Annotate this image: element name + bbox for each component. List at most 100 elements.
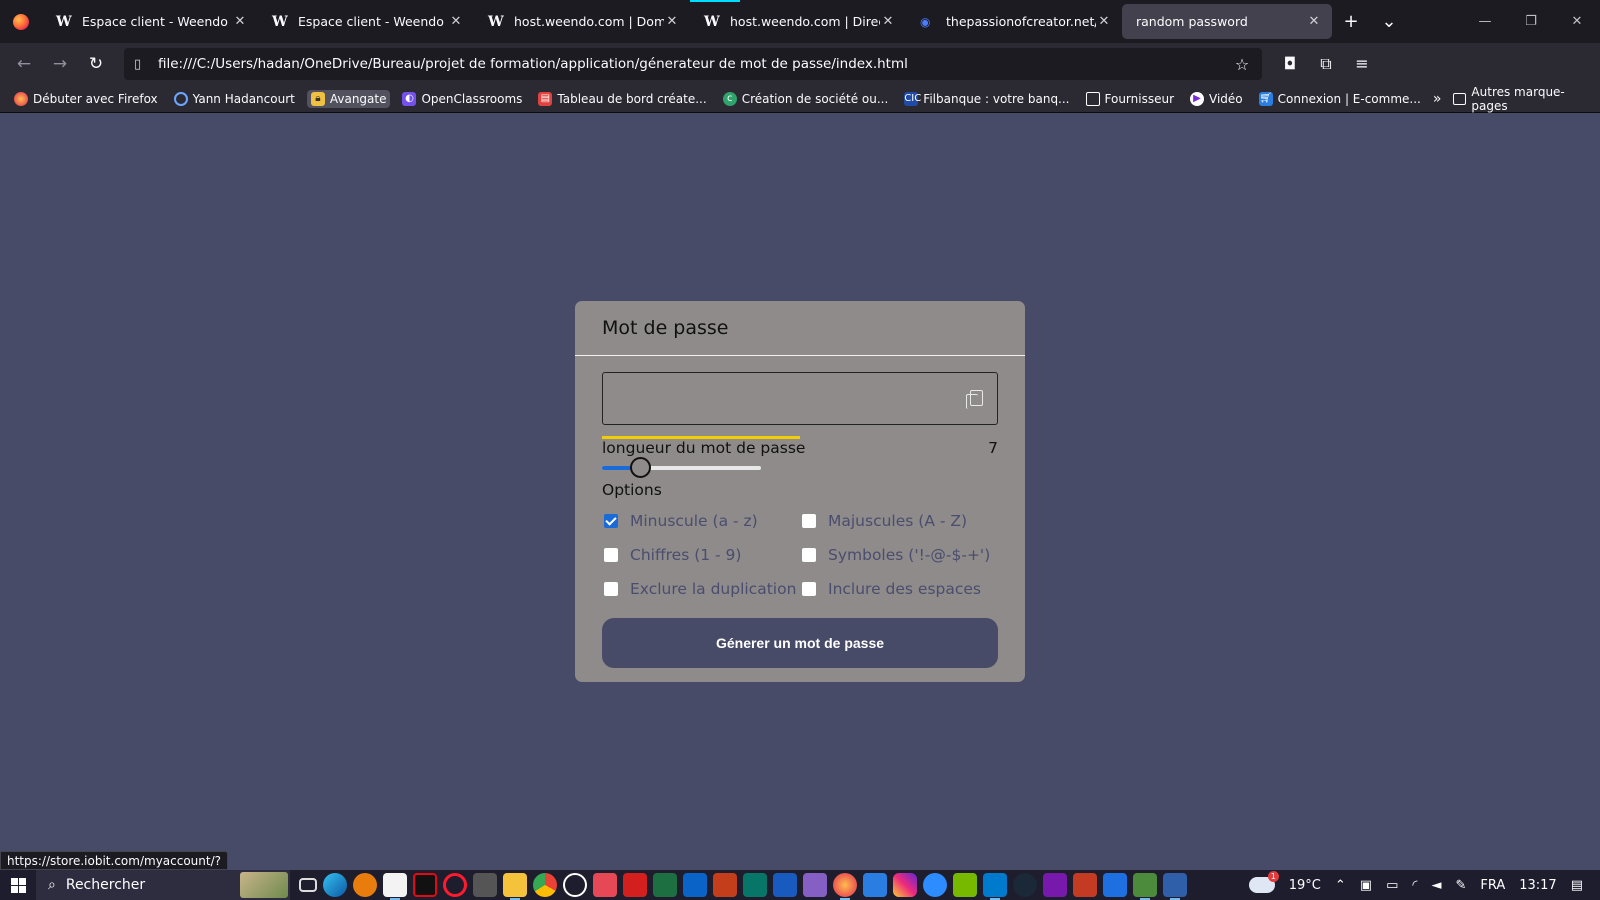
onenote-icon[interactable] [1043, 873, 1067, 897]
exclude-duplicates-checkbox[interactable] [604, 582, 618, 596]
bookmark-avangate[interactable]: 🔒︎ Avangate [306, 89, 391, 108]
steam-icon[interactable] [1013, 873, 1037, 897]
powerpoint-icon[interactable] [713, 873, 737, 897]
hamburger-menu-icon[interactable]: ≡ [1344, 54, 1380, 74]
option-include-spaces[interactable]: Inclure des espaces [802, 580, 981, 598]
acrobat-icon[interactable] [623, 873, 647, 897]
language-indicator[interactable]: FRA [1480, 878, 1505, 893]
tab-espace-client-1[interactable]: W Espace client - Weendo ✕ [42, 0, 258, 43]
url-bar[interactable]: ▯ file:///C:/Users/hadan/OneDrive/Bureau… [124, 48, 1262, 80]
include-spaces-checkbox[interactable] [802, 582, 816, 596]
tab-host-domain[interactable]: W host.weendo.com | Domain M ✕ [474, 0, 690, 43]
calendar-icon[interactable] [863, 873, 887, 897]
copy-icon[interactable] [966, 390, 983, 409]
close-tab-icon[interactable]: ✕ [448, 14, 464, 29]
bookmark-debuter-firefox[interactable]: Débuter avec Firefox [10, 90, 162, 108]
option-lowercase[interactable]: Minuscule (a - z) [604, 512, 758, 530]
forward-arrow-icon[interactable]: → [42, 54, 78, 74]
windows-start-icon[interactable] [0, 877, 36, 893]
restore-icon[interactable]: ❐ [1508, 14, 1554, 29]
url-text[interactable]: file:///C:/Users/hadan/OneDrive/Bureau/p… [158, 56, 1232, 72]
notifications-icon[interactable]: ▤ [1571, 878, 1583, 893]
media-player-icon[interactable] [563, 873, 587, 897]
taskbar-search[interactable]: ⌕ Rechercher [36, 870, 290, 900]
tab-passion-of-creator[interactable]: ◉ thepassionofcreator.net/portf ✕ [906, 0, 1122, 43]
outlook-icon[interactable] [683, 873, 707, 897]
store-icon[interactable] [383, 873, 407, 900]
weather-temperature[interactable]: 19°C [1289, 878, 1321, 893]
minimize-icon[interactable]: — [1462, 14, 1508, 29]
bookmark-openclassrooms[interactable]: ◐ OpenClassrooms [398, 90, 526, 108]
double-chevron-icon[interactable]: » [1433, 91, 1442, 107]
calculator-icon[interactable] [473, 873, 497, 897]
blender-icon[interactable] [353, 873, 377, 897]
uppercase-checkbox[interactable] [802, 514, 816, 528]
visual-studio-icon[interactable] [803, 873, 827, 897]
close-tab-icon[interactable]: ✕ [880, 14, 896, 29]
option-digits[interactable]: Chiffres (1 - 9) [604, 546, 741, 564]
app-active-icon[interactable] [1163, 873, 1187, 900]
close-tab-icon[interactable]: ✕ [1306, 14, 1322, 29]
bookmark-connexion-ecommerce[interactable]: 🛒︎ Connexion | E-comme... [1255, 90, 1425, 108]
netflix-icon[interactable] [413, 873, 437, 897]
close-tab-icon[interactable]: ✕ [664, 14, 680, 29]
photos-icon[interactable] [593, 873, 617, 897]
option-uppercase[interactable]: Majuscules (A - Z) [802, 512, 967, 530]
app-game-icon[interactable] [1133, 873, 1157, 900]
symbols-checkbox[interactable] [802, 548, 816, 562]
bookmark-filbanque[interactable]: CIC Filbanque : votre banq... [900, 90, 1073, 108]
firefox-menu-icon[interactable] [0, 0, 42, 43]
close-tab-icon[interactable]: ✕ [1096, 14, 1112, 29]
task-view-icon[interactable] [299, 878, 317, 892]
tab-espace-client-2[interactable]: W Espace client - Weendo ✕ [258, 0, 474, 43]
list-tabs-chevron-icon[interactable]: ⌄ [1370, 11, 1408, 32]
option-symbols[interactable]: Symboles ('!-@-$-+') [802, 546, 990, 564]
file-explorer-icon[interactable] [503, 873, 527, 900]
bookmark-yann-hadancourt[interactable]: Yann Hadancourt [170, 90, 299, 108]
edge-icon[interactable] [323, 873, 347, 897]
new-tab-plus-icon[interactable]: + [1332, 11, 1370, 32]
chrome-icon[interactable] [533, 873, 557, 897]
weather-cloud-icon[interactable] [1248, 871, 1279, 893]
reload-icon[interactable]: ↻ [78, 54, 114, 74]
wifi-icon[interactable]: ◜ [1412, 878, 1417, 893]
nvidia-icon[interactable] [953, 873, 977, 897]
instagram-icon[interactable] [893, 873, 917, 897]
battery-icon[interactable]: ▭ [1386, 878, 1398, 893]
digits-checkbox[interactable] [604, 548, 618, 562]
tray-device-icon[interactable]: ▣ [1360, 878, 1372, 893]
word-icon[interactable] [773, 873, 797, 897]
pocket-icon[interactable]: ◘ [1272, 54, 1308, 74]
excel-icon[interactable] [653, 873, 677, 897]
bookmark-fournisseur[interactable]: Fournisseur [1082, 90, 1179, 108]
close-tab-icon[interactable]: ✕ [232, 14, 248, 29]
publisher-icon[interactable] [743, 873, 767, 897]
option-exclude-duplicates[interactable]: Exclure la duplication [604, 580, 796, 598]
firefox-taskbar-icon[interactable] [833, 873, 857, 900]
tab-host-directadmin[interactable]: W host.weendo.com | DirectAdm ✕ [690, 0, 906, 43]
bookmark-star-icon[interactable]: ☆ [1232, 55, 1252, 74]
password-output-field[interactable] [602, 372, 998, 425]
generate-password-button[interactable]: Génerer un mot de passe [602, 618, 998, 668]
close-window-icon[interactable]: ✕ [1554, 14, 1600, 29]
pen-icon[interactable]: ✎ [1455, 878, 1466, 893]
bookmark-tableau-de-bord[interactable]: ▤ Tableau de bord créate... [534, 90, 710, 108]
length-slider[interactable] [602, 457, 761, 478]
chat-icon[interactable] [923, 873, 947, 897]
lowercase-checkbox[interactable] [604, 514, 618, 528]
opera-icon[interactable] [443, 873, 467, 897]
slider-thumb[interactable] [630, 457, 652, 478]
vscode-icon[interactable] [983, 873, 1007, 900]
tab-title: thepassionofcreator.net/portf [946, 14, 1096, 29]
other-bookmarks-label[interactable]: Autres marque-pages [1471, 85, 1590, 113]
volume-icon[interactable]: ◄ [1431, 878, 1441, 893]
tray-chevron-up-icon[interactable]: ⌃ [1335, 878, 1346, 893]
app-blue-icon[interactable] [1103, 873, 1127, 897]
tab-random-password[interactable]: random password ✕ [1122, 4, 1332, 39]
bookmark-creation-societe[interactable]: c Création de société ou... [719, 90, 893, 108]
calendar-30-icon[interactable] [1073, 873, 1097, 897]
back-arrow-icon[interactable]: ← [6, 54, 42, 74]
bookmark-video[interactable]: ▶ Vidéo [1186, 90, 1247, 108]
extensions-puzzle-icon[interactable]: ⧉ [1308, 54, 1344, 74]
clock[interactable]: 13:17 [1519, 878, 1556, 893]
